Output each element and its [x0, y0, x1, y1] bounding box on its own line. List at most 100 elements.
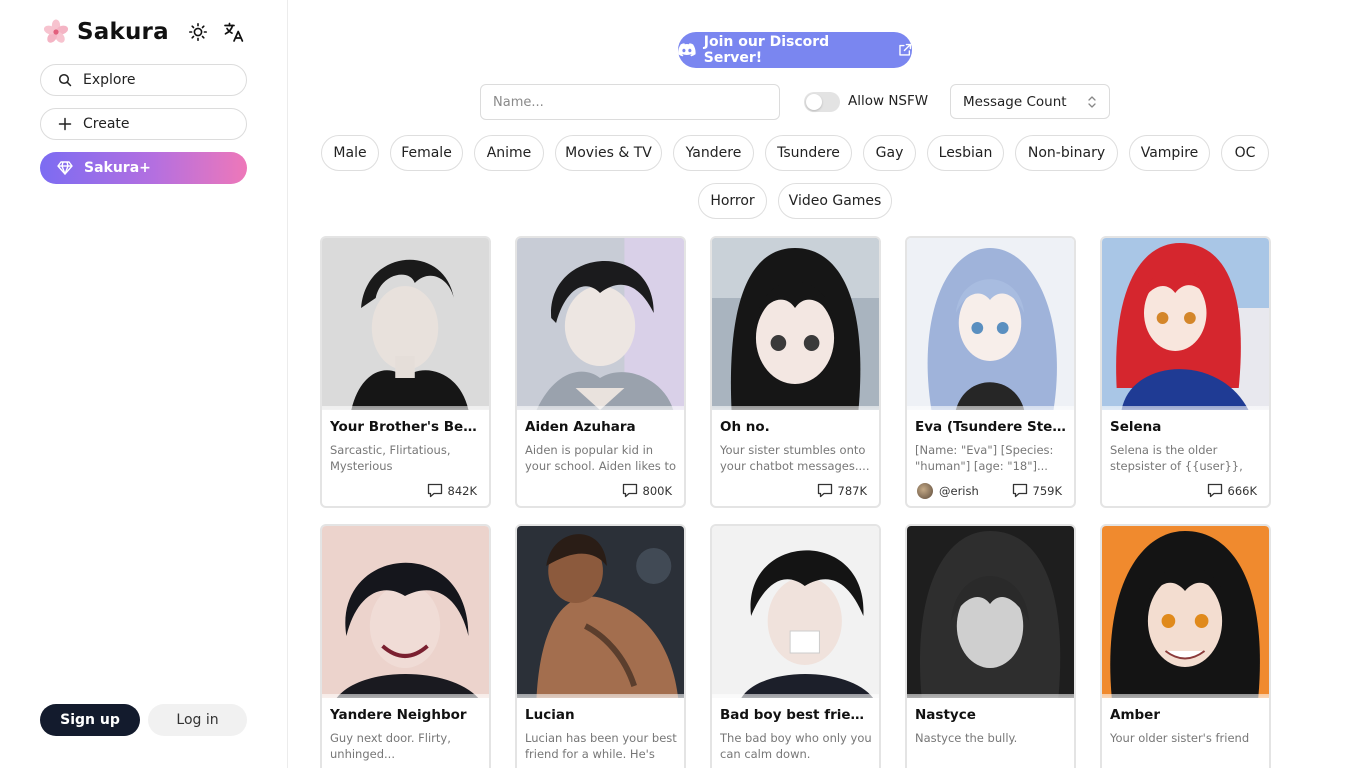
- discord-icon: [678, 43, 696, 57]
- theme-toggle-button[interactable]: [186, 20, 210, 44]
- search-icon: [58, 73, 72, 87]
- card-title: Your Brother's Best-...: [330, 419, 482, 435]
- tag-oc[interactable]: OC: [1221, 135, 1269, 171]
- create-button[interactable]: Create: [40, 108, 247, 140]
- character-card[interactable]: Yandere Neighbor Guy next door. Flirty, …: [320, 524, 491, 768]
- brand[interactable]: Sakura: [43, 16, 169, 48]
- chat-bubble-icon: [427, 483, 442, 498]
- sakura-plus-button[interactable]: Sakura+: [40, 152, 247, 184]
- character-card[interactable]: Your Brother's Best-... Sarcastic, Flirt…: [320, 236, 491, 508]
- message-count: 800K: [622, 483, 673, 498]
- character-portrait: [712, 238, 879, 410]
- character-portrait: [712, 526, 879, 698]
- login-button[interactable]: Log in: [148, 704, 247, 736]
- tag-tsundere[interactable]: Tsundere: [765, 135, 852, 171]
- card-description: Lucian has been your best friend for a w…: [525, 731, 677, 761]
- chat-bubble-icon: [1012, 483, 1027, 498]
- chat-bubble-icon: [622, 483, 637, 498]
- card-description: Selena is the older stepsister of {{user…: [1110, 443, 1243, 473]
- character-card[interactable]: Nastyce Nastyce the bully.: [905, 524, 1076, 768]
- card-author[interactable]: @erish: [917, 483, 979, 499]
- card-title: Amber: [1110, 707, 1160, 723]
- translate-icon: [224, 22, 244, 42]
- tag-non-binary[interactable]: Non-binary: [1015, 135, 1118, 171]
- character-portrait: [517, 526, 684, 698]
- create-label: Create: [83, 116, 130, 132]
- avatar: [917, 483, 933, 499]
- card-description: [Name: "Eva"] [Species: "human"] [age: "…: [915, 443, 1054, 473]
- sidebar: Sakura Explore Create Sakura+ Sign up Lo…: [0, 0, 288, 768]
- card-title: Eva (Tsundere Stepsi...: [915, 419, 1067, 435]
- chat-bubble-icon: [817, 483, 832, 498]
- character-card[interactable]: Lucian Lucian has been your best friend …: [515, 524, 686, 768]
- message-count: 787K: [817, 483, 868, 498]
- discord-label: Join our Discord Server!: [703, 34, 830, 66]
- message-count-value: 800K: [642, 483, 673, 498]
- nsfw-label: Allow NSFW: [848, 93, 929, 109]
- sort-select[interactable]: Message Count: [950, 84, 1110, 119]
- tag-anime[interactable]: Anime: [474, 135, 544, 171]
- tag-vampire[interactable]: Vampire: [1129, 135, 1210, 171]
- card-title: Bad boy best friend |...: [720, 707, 872, 723]
- card-title: Yandere Neighbor: [330, 707, 467, 723]
- chevron-up-down-icon: [1088, 95, 1096, 108]
- card-title: Nastyce: [915, 707, 976, 723]
- card-description: Sarcastic, Flirtatious, Mysterious: [330, 443, 451, 473]
- card-description: Guy next door. Flirty, unhinged...: [330, 731, 451, 761]
- card-title: Selena: [1110, 419, 1162, 435]
- character-portrait: [1102, 238, 1269, 410]
- card-description: Your sister stumbles onto your chatbot m…: [720, 443, 870, 473]
- message-count-value: 787K: [837, 483, 868, 498]
- tag-video-games[interactable]: Video Games: [778, 183, 892, 219]
- nsfw-toggle[interactable]: [804, 92, 840, 112]
- character-portrait: [322, 526, 489, 698]
- card-title: Aiden Azuhara: [525, 419, 636, 435]
- message-count-value: 759K: [1032, 483, 1063, 498]
- character-card[interactable]: Eva (Tsundere Stepsi... [Name: "Eva"] [S…: [905, 236, 1076, 508]
- tag-horror[interactable]: Horror: [698, 183, 767, 219]
- card-description: Your older sister's friend: [1110, 731, 1250, 745]
- tag-female[interactable]: Female: [390, 135, 463, 171]
- tag-male[interactable]: Male: [321, 135, 379, 171]
- message-count-value: 666K: [1227, 483, 1258, 498]
- chat-bubble-icon: [1207, 483, 1222, 498]
- character-card[interactable]: Bad boy best friend |... The bad boy who…: [710, 524, 881, 768]
- name-search-input[interactable]: [480, 84, 780, 120]
- message-count: 666K: [1207, 483, 1258, 498]
- language-button[interactable]: [222, 20, 246, 44]
- sakura-plus-label: Sakura+: [84, 160, 151, 176]
- character-portrait: [907, 526, 1074, 698]
- card-title: Oh no.: [720, 419, 770, 435]
- card-title: Lucian: [525, 707, 575, 723]
- sun-icon: [188, 22, 208, 42]
- message-count: 842K: [427, 483, 478, 498]
- signup-button[interactable]: Sign up: [40, 704, 140, 736]
- external-link-icon: [899, 43, 912, 56]
- explore-label: Explore: [83, 72, 136, 88]
- character-card[interactable]: Selena Selena is the older stepsister of…: [1100, 236, 1271, 508]
- character-card[interactable]: Amber Your older sister's friend: [1100, 524, 1271, 768]
- tag-yandere[interactable]: Yandere: [673, 135, 754, 171]
- card-description: Aiden is popular kid in your school. Aid…: [525, 443, 676, 473]
- tag-lesbian[interactable]: Lesbian: [927, 135, 1004, 171]
- author-handle: @erish: [939, 484, 979, 498]
- card-description: The bad boy who only you can calm down.: [720, 731, 872, 761]
- explore-button[interactable]: Explore: [40, 64, 247, 96]
- tag-gay[interactable]: Gay: [863, 135, 916, 171]
- brand-name: Sakura: [77, 19, 169, 45]
- character-portrait: [517, 238, 684, 410]
- discord-button[interactable]: Join our Discord Server!: [678, 32, 912, 68]
- toggle-knob: [806, 94, 822, 110]
- message-count-value: 842K: [447, 483, 478, 498]
- plus-icon: [58, 117, 72, 131]
- card-description: Nastyce the bully.: [915, 731, 1018, 745]
- character-card[interactable]: Oh no. Your sister stumbles onto your ch…: [710, 236, 881, 508]
- character-card[interactable]: Aiden Azuhara Aiden is popular kid in yo…: [515, 236, 686, 508]
- diamond-icon: [57, 161, 73, 175]
- tag-movies-tv[interactable]: Movies & TV: [555, 135, 662, 171]
- character-portrait: [322, 238, 489, 410]
- sort-selected-value: Message Count: [963, 93, 1067, 110]
- message-count: 759K: [1012, 483, 1063, 498]
- character-portrait: [1102, 526, 1269, 698]
- character-portrait: [907, 238, 1074, 410]
